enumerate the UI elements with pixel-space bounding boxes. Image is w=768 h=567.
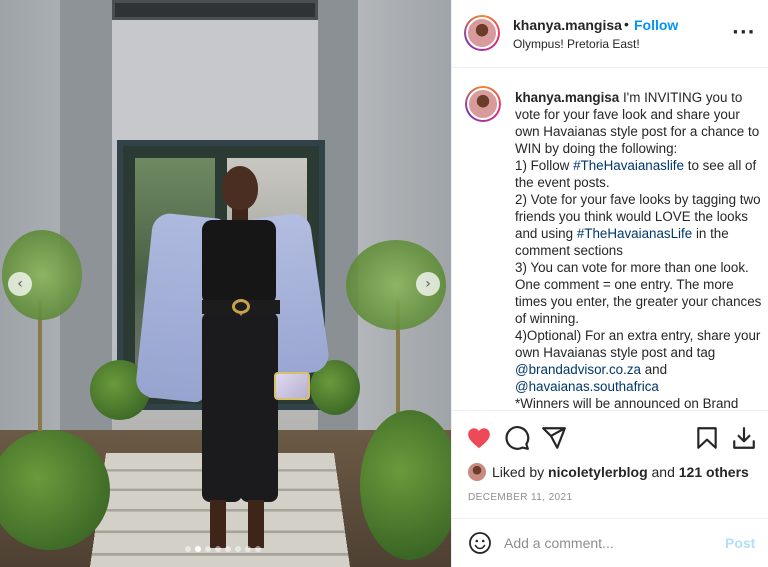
- carousel-dot: [215, 546, 221, 552]
- more-horizontal-icon[interactable]: ···: [732, 22, 756, 43]
- post-date[interactable]: DECEMBER 11, 2021: [468, 492, 572, 503]
- hashtag-link[interactable]: #TheHavaianasLife: [577, 226, 692, 241]
- share-icon[interactable]: [541, 425, 567, 451]
- caption-and: and: [644, 362, 668, 377]
- jeans: [202, 312, 242, 502]
- follow-button[interactable]: Follow: [634, 17, 678, 33]
- carousel-dot: [195, 546, 201, 552]
- likes-summary: Liked by nicoletylerblog and 121 others: [468, 463, 749, 481]
- carousel-dot: [235, 546, 241, 552]
- carousel-dot: [185, 546, 191, 552]
- bookmark-icon[interactable]: [694, 425, 720, 451]
- caption-text: khanya.mangisa I'm INVITING you to vote …: [515, 89, 765, 409]
- likes-prefix: Liked by: [492, 464, 545, 480]
- mention-link[interactable]: @brandadvisor.co.za: [515, 362, 641, 377]
- post-actions: Liked by nicoletylerblog and 121 others …: [452, 410, 768, 520]
- carousel-next-button[interactable]: ›: [416, 272, 440, 296]
- author-avatar[interactable]: [464, 15, 500, 51]
- bush: [360, 410, 451, 560]
- carousel-dot: [245, 546, 251, 552]
- caption-section: khanya.mangisa I'm INVITING you to vote …: [452, 69, 768, 409]
- carousel-dot: [255, 546, 261, 552]
- carousel-dot: [225, 546, 231, 552]
- tree-stem: [38, 300, 42, 450]
- carousel-dot: [205, 546, 211, 552]
- post-photo[interactable]: ‹ ›: [0, 0, 451, 567]
- caption-username[interactable]: khanya.mangisa: [515, 90, 619, 105]
- belt-buckle: [232, 299, 250, 314]
- comment-input[interactable]: [504, 529, 714, 557]
- caption-winners: *Winners will be announced on Brand: [515, 396, 739, 409]
- author-username[interactable]: khanya.mangisa: [513, 17, 622, 33]
- post-location[interactable]: Olympus! Pretoria East!: [513, 37, 640, 51]
- liker-avatar[interactable]: [468, 463, 486, 481]
- download-icon[interactable]: [731, 425, 757, 451]
- ankle: [210, 500, 226, 548]
- woman-figure: [134, 160, 331, 567]
- separator-dot: •: [624, 16, 629, 32]
- wall-slab: [112, 20, 318, 140]
- comment-icon[interactable]: [504, 425, 530, 451]
- carousel-prev-button[interactable]: ‹: [8, 272, 32, 296]
- comment-bar: Post: [452, 518, 768, 567]
- likes-and: and: [651, 464, 675, 480]
- post-header: khanya.mangisa • Follow Olympus! Pretori…: [452, 0, 768, 68]
- caption-author-avatar[interactable]: [465, 86, 501, 122]
- bodysuit: [202, 220, 276, 305]
- post-details-pane: khanya.mangisa • Follow Olympus! Pretori…: [451, 0, 768, 567]
- likes-others-link[interactable]: 121 others: [679, 464, 749, 480]
- hashtag-link[interactable]: #TheHavaianaslife: [573, 158, 684, 173]
- caption-step1: 1) Follow: [515, 158, 570, 173]
- caption-step3: 3) You can vote for more than one look. …: [515, 260, 762, 326]
- avatar-image: [467, 88, 499, 120]
- liker-username[interactable]: nicoletylerblog: [548, 464, 648, 480]
- post-comment-button[interactable]: Post: [725, 535, 755, 551]
- heart-filled-icon[interactable]: [466, 425, 492, 451]
- head: [222, 166, 258, 210]
- mention-link[interactable]: @havaianas.southafrica: [515, 379, 659, 394]
- jeans: [240, 312, 278, 502]
- caption-step4: 4)Optional) For an extra entry, share yo…: [515, 328, 761, 360]
- window: [112, 0, 318, 20]
- carousel-indicator: [185, 546, 261, 552]
- avatar-image: [466, 17, 498, 49]
- ankle: [248, 500, 264, 548]
- clutch-bag: [274, 372, 310, 400]
- emoji-icon[interactable]: [468, 531, 492, 555]
